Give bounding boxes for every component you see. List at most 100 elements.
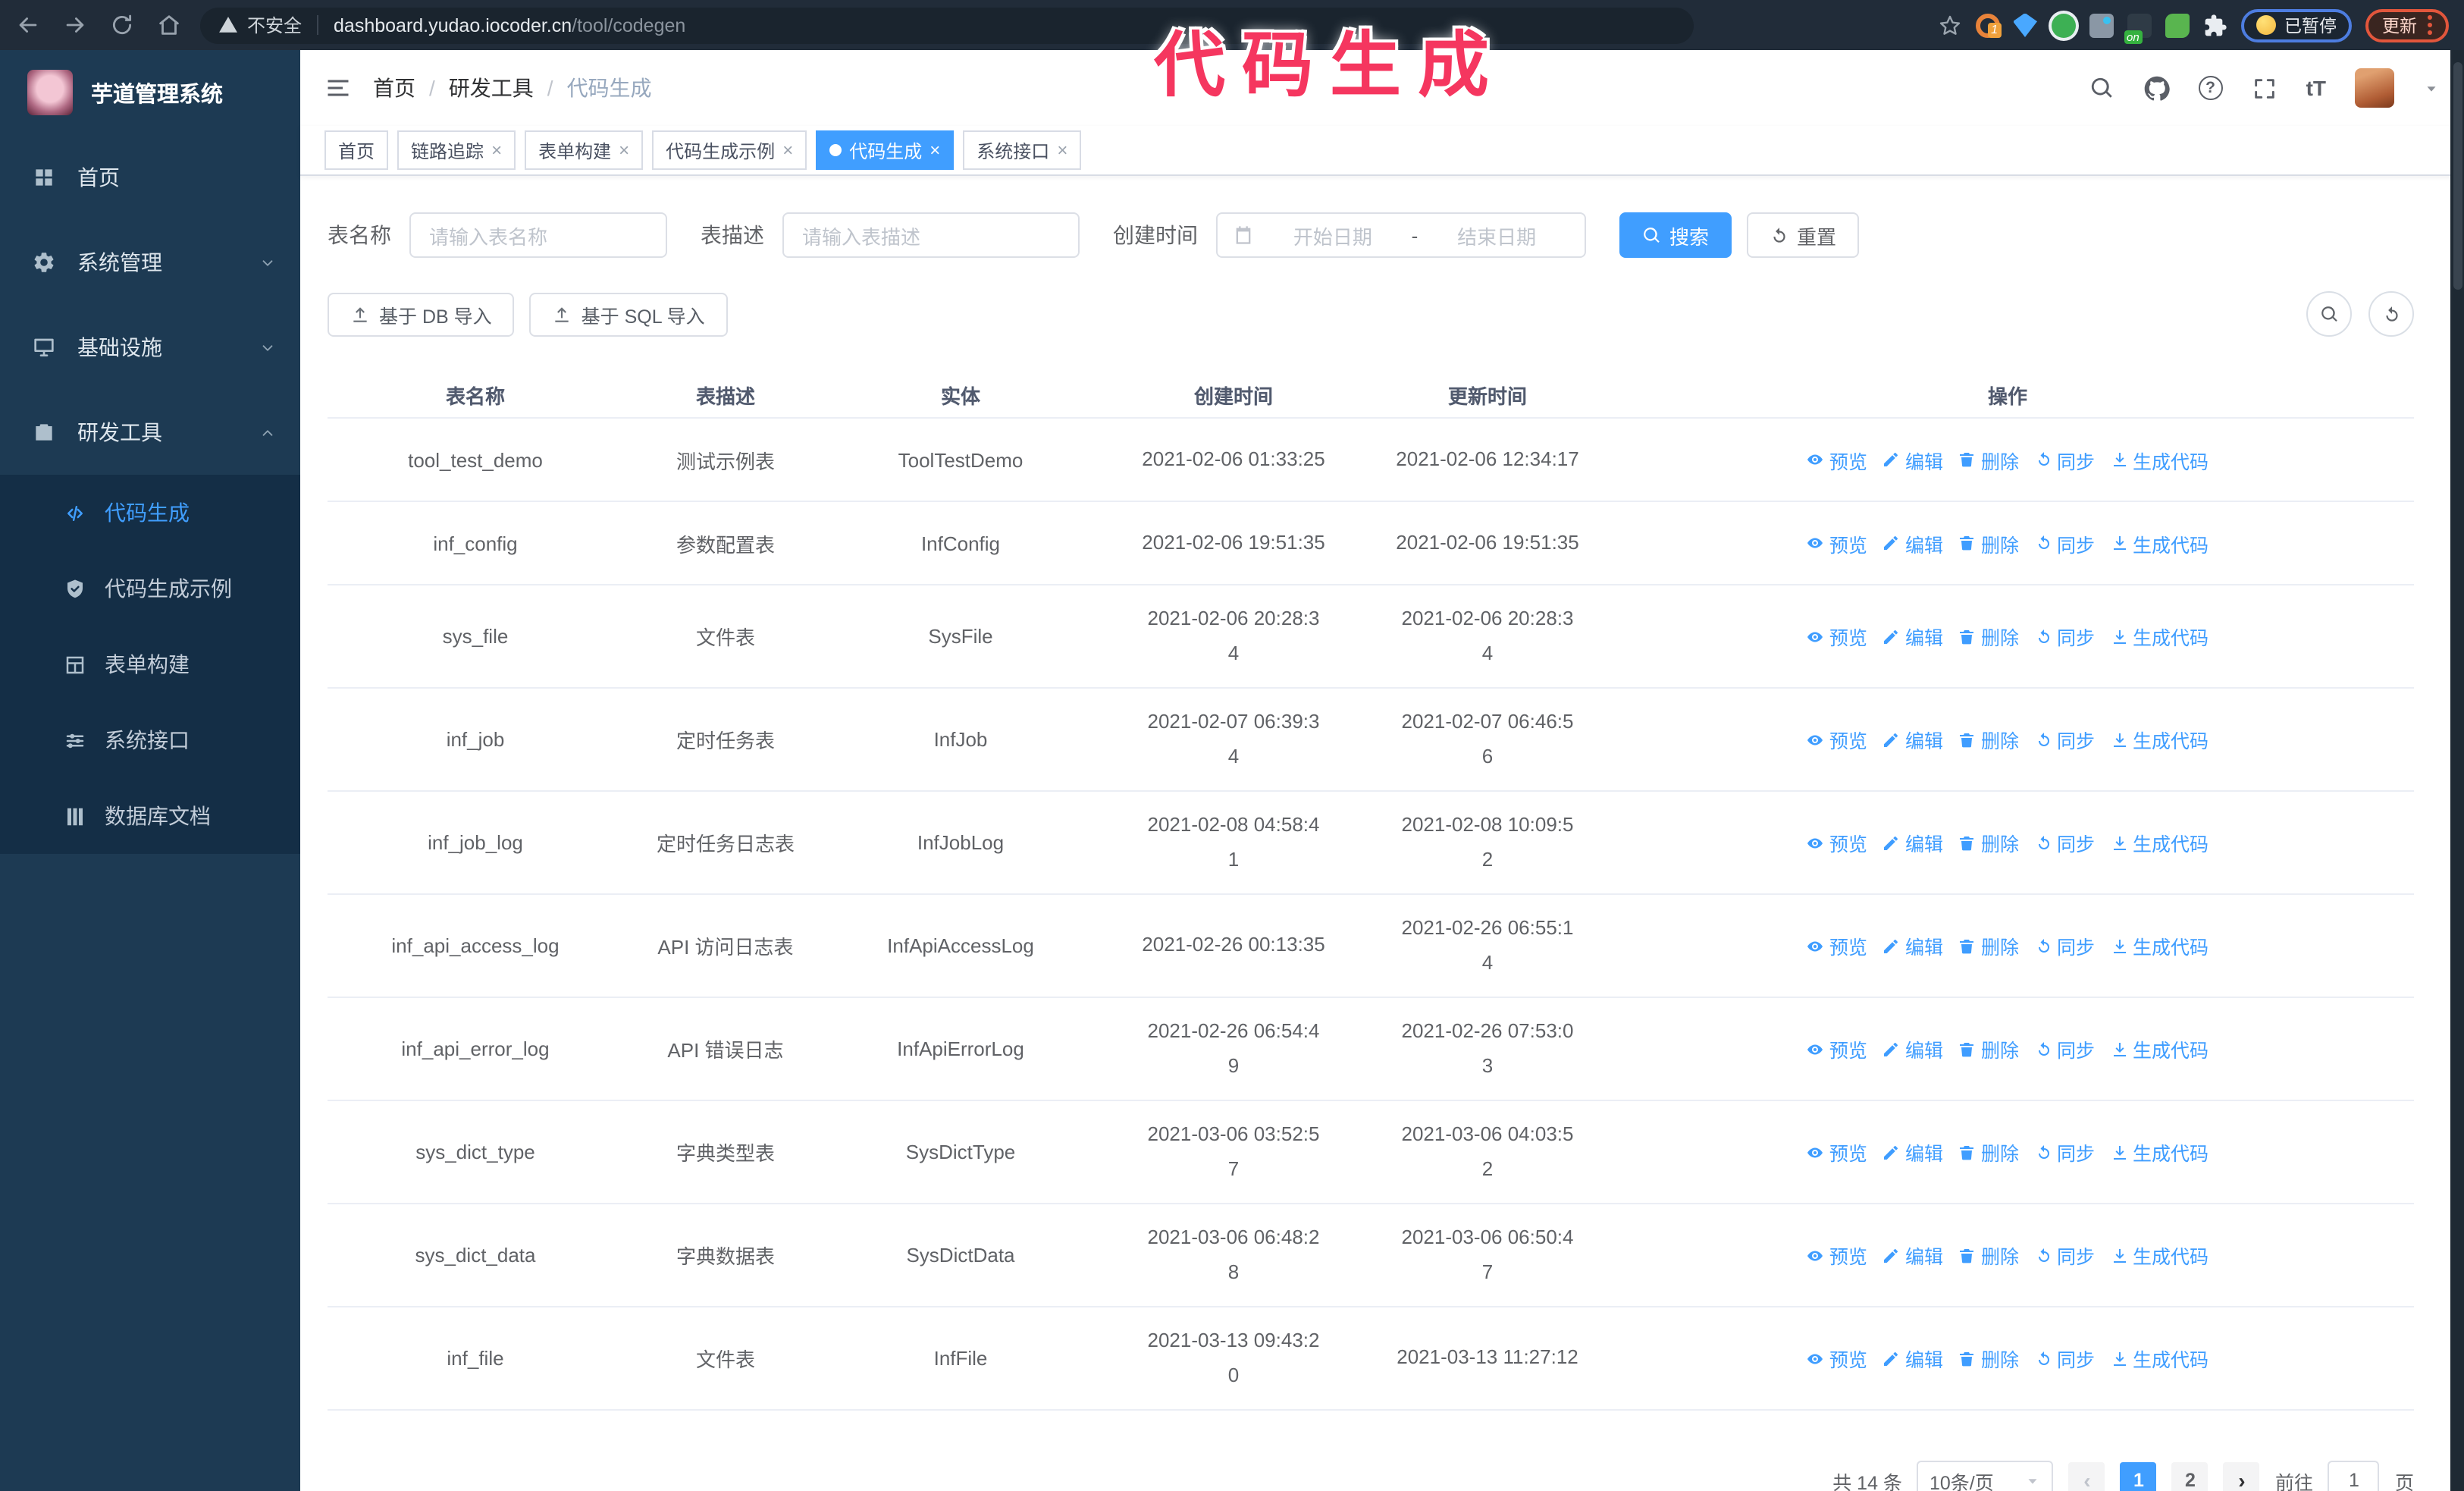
bookmark-star-icon[interactable] [1937,13,1961,37]
next-page-button[interactable]: › [2223,1462,2260,1491]
tab-home[interactable]: 首页 [324,130,389,170]
tab-codegen-demo[interactable]: 代码生成示例 × [652,130,807,170]
extension-lizard-icon[interactable] [2165,13,2189,37]
delete-link[interactable]: 删除 [1958,529,2019,557]
sidebar-item-infra[interactable]: 基础设施 [0,305,300,390]
extensions-puzzle-icon[interactable] [2202,13,2227,37]
generate-code-link[interactable]: 生成代码 [2110,1241,2209,1270]
home-icon[interactable] [156,12,182,38]
edit-link[interactable]: 编辑 [1882,1138,1943,1166]
edit-link[interactable]: 编辑 [1882,828,1943,857]
edit-link[interactable]: 编辑 [1882,1241,1943,1270]
sidebar-item-devtools[interactable]: 研发工具 [0,390,300,475]
generate-code-link[interactable]: 生成代码 [2110,1138,2209,1166]
sync-link[interactable]: 同步 [2034,445,2095,474]
scrollbar-thumb[interactable] [2453,62,2462,290]
profile-paused-pill[interactable]: 已暂停 [2240,8,2352,42]
delete-link[interactable]: 删除 [1958,725,2019,754]
avatar[interactable] [2355,68,2394,108]
refresh-table-button[interactable] [2368,291,2414,337]
reload-icon[interactable] [109,12,135,38]
edit-link[interactable]: 编辑 [1882,445,1943,474]
edit-link[interactable]: 编辑 [1882,725,1943,754]
submenu-item-codegen[interactable]: 代码生成 [0,475,300,551]
edit-link[interactable]: 编辑 [1882,1344,1943,1373]
page-button-2[interactable]: 2 [2171,1462,2209,1491]
tab-close-icon[interactable]: × [619,141,629,159]
delete-link[interactable]: 删除 [1958,1138,2019,1166]
goto-page-input[interactable]: 1 [2328,1461,2380,1491]
delete-link[interactable]: 删除 [1958,828,2019,857]
sync-link[interactable]: 同步 [2034,1344,2095,1373]
tab-system-api[interactable]: 系统接口 × [963,130,1082,170]
tab-form-builder[interactable]: 表单构建 × [525,130,644,170]
sync-link[interactable]: 同步 [2034,931,2095,960]
tab-close-icon[interactable]: × [1057,141,1067,159]
hamburger-icon[interactable] [324,74,352,102]
search-button[interactable]: 搜索 [1619,212,1732,258]
generate-code-link[interactable]: 生成代码 [2110,1034,2209,1063]
sync-link[interactable]: 同步 [2034,1034,2095,1063]
generate-code-link[interactable]: 生成代码 [2110,529,2209,557]
tab-codegen[interactable]: 代码生成 × [816,130,955,170]
browser-update-button[interactable]: 更新 [2365,8,2449,42]
toggle-search-button[interactable] [2306,291,2352,337]
submenu-item-db-doc[interactable]: 数据库文档 [0,778,300,854]
table-name-input[interactable]: 请输入表名称 [409,212,667,258]
date-range-picker[interactable]: 开始日期 - 结束日期 [1216,212,1586,258]
import-db-button[interactable]: 基于 DB 导入 [328,292,515,336]
table-desc-input[interactable]: 请输入表描述 [782,212,1080,258]
sync-link[interactable]: 同步 [2034,828,2095,857]
preview-link[interactable]: 预览 [1807,931,1867,960]
import-sql-button[interactable]: 基于 SQL 导入 [529,292,728,336]
sync-link[interactable]: 同步 [2034,1138,2095,1166]
preview-link[interactable]: 预览 [1807,529,1867,557]
forward-icon[interactable] [62,12,88,38]
sync-link[interactable]: 同步 [2034,529,2095,557]
submenu-item-system-api[interactable]: 系统接口 [0,702,300,778]
delete-link[interactable]: 删除 [1958,1241,2019,1270]
generate-code-link[interactable]: 生成代码 [2110,725,2209,754]
browser-menu-dots-icon[interactable] [2428,15,2432,35]
generate-code-link[interactable]: 生成代码 [2110,445,2209,474]
generate-code-link[interactable]: 生成代码 [2110,622,2209,651]
preview-link[interactable]: 预览 [1807,445,1867,474]
preview-link[interactable]: 预览 [1807,1344,1867,1373]
preview-link[interactable]: 预览 [1807,1241,1867,1270]
preview-link[interactable]: 预览 [1807,1138,1867,1166]
tab-close-icon[interactable]: × [929,141,940,159]
chevron-down-icon[interactable] [2423,80,2440,96]
delete-link[interactable]: 删除 [1958,931,2019,960]
edit-link[interactable]: 编辑 [1882,529,1943,557]
submenu-item-form-builder[interactable]: 表单构建 [0,626,300,702]
edit-link[interactable]: 编辑 [1882,1034,1943,1063]
extension-gray-icon[interactable] [2089,13,2113,37]
sync-link[interactable]: 同步 [2034,622,2095,651]
generate-code-link[interactable]: 生成代码 [2110,931,2209,960]
reset-button[interactable]: 重置 [1747,212,1860,258]
delete-link[interactable]: 删除 [1958,1344,2019,1373]
tab-close-icon[interactable]: × [491,141,502,159]
sidebar-item-home[interactable]: 首页 [0,135,300,220]
help-icon[interactable]: ? [2198,76,2223,100]
edit-link[interactable]: 编辑 [1882,622,1943,651]
sync-link[interactable]: 同步 [2034,725,2095,754]
extension-green-icon[interactable] [2051,13,2075,37]
tab-close-icon[interactable]: × [782,141,793,159]
edit-link[interactable]: 编辑 [1882,931,1943,960]
generate-code-link[interactable]: 生成代码 [2110,1344,2209,1373]
breadcrumb-item[interactable]: 首页 [373,73,415,103]
preview-link[interactable]: 预览 [1807,1034,1867,1063]
page-scrollbar[interactable] [2450,50,2464,1491]
sync-link[interactable]: 同步 [2034,1241,2095,1270]
page-button-1[interactable]: 1 [2120,1462,2157,1491]
back-icon[interactable] [15,12,41,38]
sidebar-logo-row[interactable]: 芋道管理系统 [0,50,300,135]
preview-link[interactable]: 预览 [1807,725,1867,754]
security-warning[interactable]: 不安全 [218,12,302,38]
breadcrumb-item[interactable]: 研发工具 [449,73,534,103]
extension-dark-icon[interactable]: on [2124,13,2151,43]
delete-link[interactable]: 删除 [1958,1034,2019,1063]
tab-tracing[interactable]: 链路追踪 × [397,130,516,170]
delete-link[interactable]: 删除 [1958,445,2019,474]
